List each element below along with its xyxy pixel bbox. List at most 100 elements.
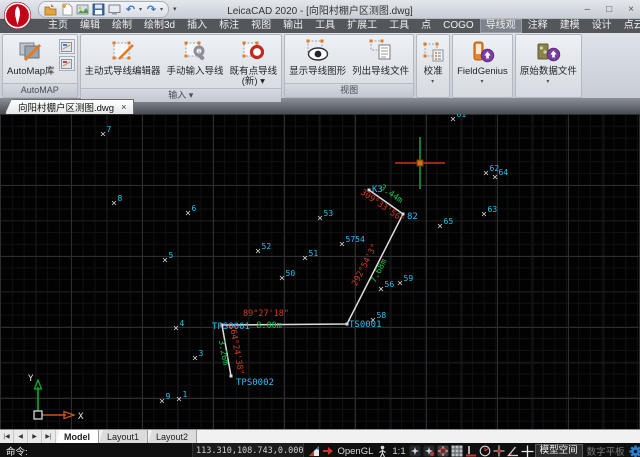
survey-point-marker[interactable] bbox=[101, 132, 105, 136]
document-tab-close-icon[interactable]: × bbox=[121, 102, 126, 112]
ribbon-tab-4[interactable]: 插入 bbox=[181, 19, 213, 33]
survey-point-marker[interactable] bbox=[482, 212, 486, 216]
command-line[interactable]: 命令: bbox=[0, 444, 192, 457]
survey-point-label[interactable]: 65 bbox=[444, 217, 454, 226]
layout-tab-layout2[interactable]: Layout2 bbox=[148, 430, 197, 443]
red-arrow-icon[interactable] bbox=[321, 445, 334, 457]
ribbon-tab-15[interactable]: 建模 bbox=[554, 19, 586, 33]
manual-input-traverse-button[interactable]: 手动输入导线 bbox=[165, 37, 226, 78]
dimension-text[interactable]: 89°27'18" bbox=[243, 309, 289, 319]
opengl-label[interactable]: OpenGL bbox=[335, 446, 375, 457]
ribbon-tab-9[interactable]: 扩展工 bbox=[341, 19, 383, 33]
grid-icon[interactable] bbox=[451, 445, 464, 457]
show-traverse-graphic-button[interactable]: 显示导线图形 bbox=[287, 37, 348, 78]
survey-point-label[interactable]: 8 bbox=[118, 194, 123, 203]
survey-point-marker[interactable] bbox=[186, 211, 190, 215]
survey-point-marker[interactable] bbox=[379, 287, 383, 291]
model-space-button[interactable]: 模型空间 bbox=[535, 444, 583, 457]
survey-point-label[interactable]: 64 bbox=[499, 168, 509, 177]
layout-tab-model[interactable]: Model bbox=[56, 430, 99, 443]
new-file-icon[interactable] bbox=[60, 3, 73, 16]
survey-point-label[interactable]: 6 bbox=[192, 204, 197, 213]
survey-point-marker[interactable] bbox=[451, 117, 455, 121]
survey-point-marker[interactable] bbox=[174, 326, 178, 330]
survey-point-marker[interactable] bbox=[177, 397, 181, 401]
ribbon-tab-2[interactable]: 绘制 bbox=[106, 19, 138, 33]
tab-nav-last-icon[interactable]: ▶| bbox=[42, 430, 56, 443]
survey-point-marker[interactable] bbox=[256, 249, 260, 253]
survey-point-marker[interactable] bbox=[493, 175, 497, 179]
gear-icon[interactable] bbox=[629, 445, 640, 457]
survey-point-label[interactable]: 5 bbox=[169, 251, 174, 260]
document-tab[interactable]: 向阳村棚户区测图.dwg × bbox=[5, 99, 134, 114]
survey-point-label[interactable]: 56 bbox=[385, 280, 395, 289]
drawing-canvas[interactable]: 761865362646365575455251505659458391K382… bbox=[0, 114, 640, 429]
ribbon-tab-5[interactable]: 标注 bbox=[213, 19, 245, 33]
ribbon-tab-10[interactable]: 工具 bbox=[383, 19, 415, 33]
survey-point-label[interactable]: 51 bbox=[309, 249, 319, 258]
automap-small-button-1[interactable] bbox=[59, 39, 75, 54]
survey-point-marker[interactable] bbox=[193, 356, 197, 360]
survey-point-marker[interactable] bbox=[340, 242, 344, 246]
survey-point-label[interactable]: 53 bbox=[324, 209, 334, 218]
crosshair-icon[interactable] bbox=[521, 445, 534, 457]
automap-small-button-2[interactable] bbox=[59, 56, 75, 71]
survey-point-label[interactable]: 4 bbox=[180, 319, 185, 328]
survey-point-label[interactable]: 7 bbox=[107, 125, 112, 134]
ribbon-tab-0[interactable]: 主页 bbox=[42, 19, 74, 33]
dimension-text[interactable]: 8.00m bbox=[256, 321, 282, 331]
survey-point-label[interactable]: 3 bbox=[199, 349, 204, 358]
person-scale-icon[interactable] bbox=[376, 445, 389, 457]
ribbon-tab-14[interactable]: 注释 bbox=[522, 19, 554, 33]
tab-nav-next-icon[interactable]: ▶ bbox=[28, 430, 42, 443]
survey-point-label[interactable]: 61 bbox=[457, 114, 467, 119]
survey-point-marker[interactable] bbox=[112, 201, 116, 205]
ribbon-tab-6[interactable]: 视图 bbox=[245, 19, 277, 33]
close-button[interactable]: × bbox=[628, 4, 634, 15]
ribbon-tab-7[interactable]: 输出 bbox=[277, 19, 309, 33]
raw-data-file-button[interactable]: 原始数据文件 ▾ bbox=[518, 37, 579, 88]
tab-nav-prev-icon[interactable]: ◀ bbox=[14, 430, 28, 443]
save-icon[interactable] bbox=[92, 3, 105, 16]
ribbon-tab-12[interactable]: COGO bbox=[437, 19, 480, 33]
survey-point-label[interactable]: 9 bbox=[166, 392, 171, 401]
survey-point-marker[interactable] bbox=[438, 224, 442, 228]
minimize-button[interactable]: – bbox=[585, 4, 591, 15]
ribbon-tab-17[interactable]: 点云 bbox=[618, 19, 640, 33]
station-label[interactable]: TS0001 bbox=[349, 320, 382, 330]
survey-point-marker[interactable] bbox=[163, 258, 167, 262]
calibrate-button[interactable]: 校准 ▾ bbox=[419, 37, 447, 88]
survey-point-marker[interactable] bbox=[280, 276, 284, 280]
snap-icon[interactable] bbox=[409, 445, 422, 457]
fieldgenius-button[interactable]: FieldGenius ▾ bbox=[455, 37, 510, 88]
osnap-marker-icon[interactable] bbox=[493, 445, 506, 457]
angle-icon[interactable] bbox=[507, 445, 520, 457]
survey-point-label[interactable]: 63 bbox=[488, 205, 498, 214]
survey-point-label[interactable]: 1 bbox=[183, 390, 188, 399]
scale-label[interactable]: 1:1 bbox=[390, 446, 407, 457]
survey-point-marker[interactable] bbox=[398, 281, 402, 285]
object-snap-icon[interactable] bbox=[423, 445, 436, 457]
open-icon[interactable] bbox=[44, 3, 57, 16]
layout-tab-layout1[interactable]: Layout1 bbox=[99, 430, 148, 443]
image-icon[interactable] bbox=[76, 3, 89, 16]
survey-point-label[interactable]: 58 bbox=[377, 311, 387, 320]
survey-point-label[interactable]: 50 bbox=[286, 269, 296, 278]
ribbon-tab-16[interactable]: 设计 bbox=[586, 19, 618, 33]
ribbon-tab-13[interactable]: 导线观 bbox=[480, 19, 522, 33]
survey-point-label[interactable]: 59 bbox=[404, 274, 414, 283]
survey-point-marker[interactable] bbox=[484, 171, 488, 175]
ribbon-tab-3[interactable]: 绘制3d bbox=[138, 19, 181, 33]
station-label[interactable]: 82 bbox=[407, 212, 418, 222]
list-traverse-file-button[interactable]: 列出导线文件 bbox=[350, 37, 411, 78]
osnap-target-icon[interactable] bbox=[437, 445, 450, 457]
survey-point-marker[interactable] bbox=[303, 256, 307, 260]
survey-point-label[interactable]: 5754 bbox=[346, 235, 365, 244]
survey-point-marker[interactable] bbox=[160, 399, 164, 403]
maximize-button[interactable]: □ bbox=[606, 4, 612, 15]
existing-point-traverse-button[interactable]: 既有点导线 (新) ▾ bbox=[228, 37, 280, 88]
ribbon-tab-11[interactable]: 点 bbox=[415, 19, 437, 33]
ribbon-tab-8[interactable]: 工具 bbox=[309, 19, 341, 33]
ribbon-tab-1[interactable]: 编辑 bbox=[74, 19, 106, 33]
survey-point-marker[interactable] bbox=[318, 216, 322, 220]
